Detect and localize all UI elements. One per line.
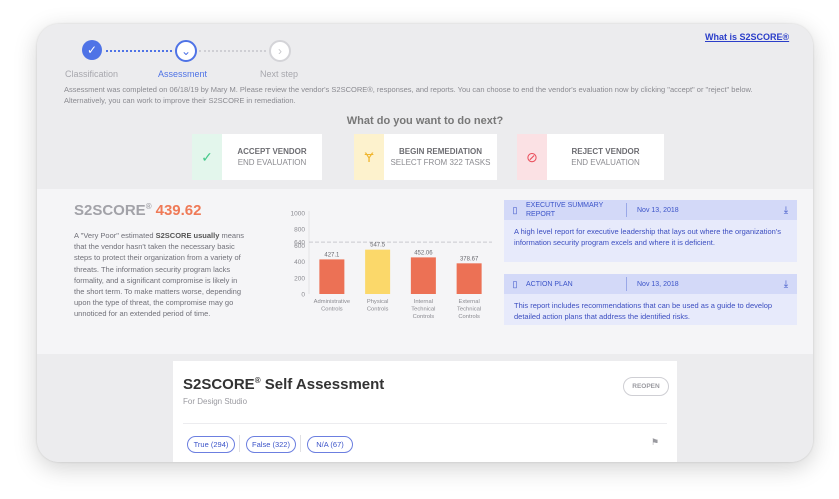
- y-tick-label: 1000: [291, 211, 306, 218]
- desc-lead: A "Very Poor" estimated: [74, 231, 156, 240]
- y-tick-label: 200: [294, 275, 305, 282]
- reopen-button[interactable]: REOPEN: [623, 377, 669, 396]
- bar: [365, 249, 391, 294]
- flag-icon[interactable]: ⚑: [651, 437, 659, 448]
- block-icon: ⊘: [517, 134, 547, 180]
- action-title: BEGIN REMEDIATION: [399, 147, 482, 156]
- x-tick-label: Internal: [414, 299, 433, 305]
- begin-remediation-button[interactable]: Ɏ BEGIN REMEDIATION SELECT FROM 322 TASKS: [354, 134, 497, 180]
- report-title: EXECUTIVE SUMMARY REPORT: [526, 202, 604, 218]
- bar: [456, 263, 482, 294]
- action-subtitle: END EVALUATION: [237, 158, 307, 167]
- score-label: S2SCORE: [74, 202, 146, 219]
- report-title: ACTION PLAN: [526, 280, 573, 288]
- step-next-arrow-icon: ›: [269, 40, 291, 62]
- y-tick-label: 800: [294, 227, 305, 234]
- x-tick-label: Technical: [457, 307, 481, 313]
- next-step-heading: What do you want to do next?: [346, 115, 504, 127]
- x-tick-label: Controls: [458, 314, 480, 320]
- bar: [410, 257, 436, 294]
- x-tick-label: Controls: [321, 307, 343, 313]
- action-title: REJECT VENDOR: [571, 147, 640, 156]
- desc-bold: S2SCORE usually: [155, 231, 220, 240]
- step-label-classification[interactable]: Classification: [65, 69, 118, 79]
- filter-false-pill[interactable]: False (322): [246, 436, 296, 453]
- x-tick-label: Technical: [411, 307, 435, 313]
- check-icon: ✓: [192, 134, 222, 180]
- accept-vendor-button[interactable]: ✓ ACCEPT VENDOR END EVALUATION: [192, 134, 322, 180]
- action-title: ACCEPT VENDOR: [237, 147, 307, 156]
- download-icon[interactable]: ⤓: [775, 279, 797, 290]
- self-assessment-subtitle: For Design Studio: [183, 397, 248, 406]
- divider: [626, 277, 627, 291]
- bar-value-label: 452.06: [414, 250, 433, 256]
- desc-rest: means that the vendor hasn't taken the n…: [74, 231, 245, 319]
- filter-true-pill[interactable]: True (294): [187, 436, 235, 453]
- action-subtitle: SELECT FROM 322 TASKS: [390, 158, 491, 167]
- divider: [183, 423, 667, 424]
- y-tick-label: 0: [301, 292, 305, 299]
- x-tick-label: Physical: [367, 299, 389, 305]
- bar: [319, 259, 345, 294]
- x-tick-label: Controls: [413, 314, 435, 320]
- executive-summary-card[interactable]: ▯ EXECUTIVE SUMMARY REPORT Nov 13, 2018 …: [504, 200, 797, 262]
- step-connector-done: [106, 50, 172, 52]
- reject-vendor-button[interactable]: ⊘ REJECT VENDOR END EVALUATION: [517, 134, 664, 180]
- control-scores-bar-chart: 02004006008001000640427.1AdministrativeC…: [291, 211, 492, 320]
- divider: [626, 203, 627, 217]
- step-label-next: Next step: [260, 69, 299, 79]
- what-is-s2score-link[interactable]: What is S2SCORE®: [705, 32, 789, 42]
- x-tick-label: External: [458, 299, 479, 305]
- bar-value-label: 378.67: [460, 256, 479, 262]
- document-icon: ▯: [512, 278, 518, 289]
- download-icon[interactable]: ⤓: [775, 205, 797, 216]
- filter-na-pill[interactable]: N/A (67): [307, 436, 353, 453]
- step-classification-check-icon[interactable]: ✓: [82, 40, 102, 60]
- bar-value-label: 427.1: [324, 252, 340, 258]
- report-date: Nov 13, 2018: [637, 280, 679, 288]
- assessment-note: Assessment was completed on 06/18/19 by …: [64, 85, 753, 105]
- x-tick-label: Controls: [367, 307, 389, 313]
- divider: [300, 435, 301, 452]
- step-assessment-chevron-icon[interactable]: ⌄: [175, 40, 197, 62]
- self-assessment-panel: S2SCORE® Self Assessment For Design Stud…: [173, 361, 677, 462]
- report-body: This report includes recommendations tha…: [514, 301, 773, 321]
- wrench-icon: Ɏ: [354, 134, 384, 180]
- divider: [239, 435, 240, 452]
- registered-mark: ®: [145, 202, 152, 211]
- reference-label: 640: [294, 240, 305, 247]
- step-label-assessment[interactable]: Assessment: [158, 69, 207, 79]
- score-description: A "Very Poor" estimated S2SCORE usually …: [74, 230, 244, 320]
- app-window: ✓ ⌄ › Classification Assessment Next ste…: [37, 24, 813, 462]
- title-rest: Self Assessment: [260, 376, 385, 393]
- document-icon: ▯: [512, 204, 518, 215]
- report-body: A high level report for executive leader…: [514, 227, 782, 247]
- report-date: Nov 13, 2018: [637, 206, 679, 214]
- x-tick-label: Administrative: [314, 299, 350, 305]
- bar-value-label: 547.5: [370, 243, 386, 249]
- s2score-heading: S2SCORE® 439.62: [74, 202, 202, 219]
- title-brand: S2SCORE: [183, 376, 255, 393]
- action-subtitle: END EVALUATION: [571, 158, 640, 167]
- self-assessment-title: S2SCORE® Self Assessment: [183, 376, 384, 393]
- step-connector-pending: [199, 50, 266, 52]
- score-value: 439.62: [155, 202, 202, 219]
- action-plan-card[interactable]: ▯ ACTION PLAN Nov 13, 2018 ⤓ This report…: [504, 274, 797, 325]
- y-tick-label: 400: [294, 259, 305, 266]
